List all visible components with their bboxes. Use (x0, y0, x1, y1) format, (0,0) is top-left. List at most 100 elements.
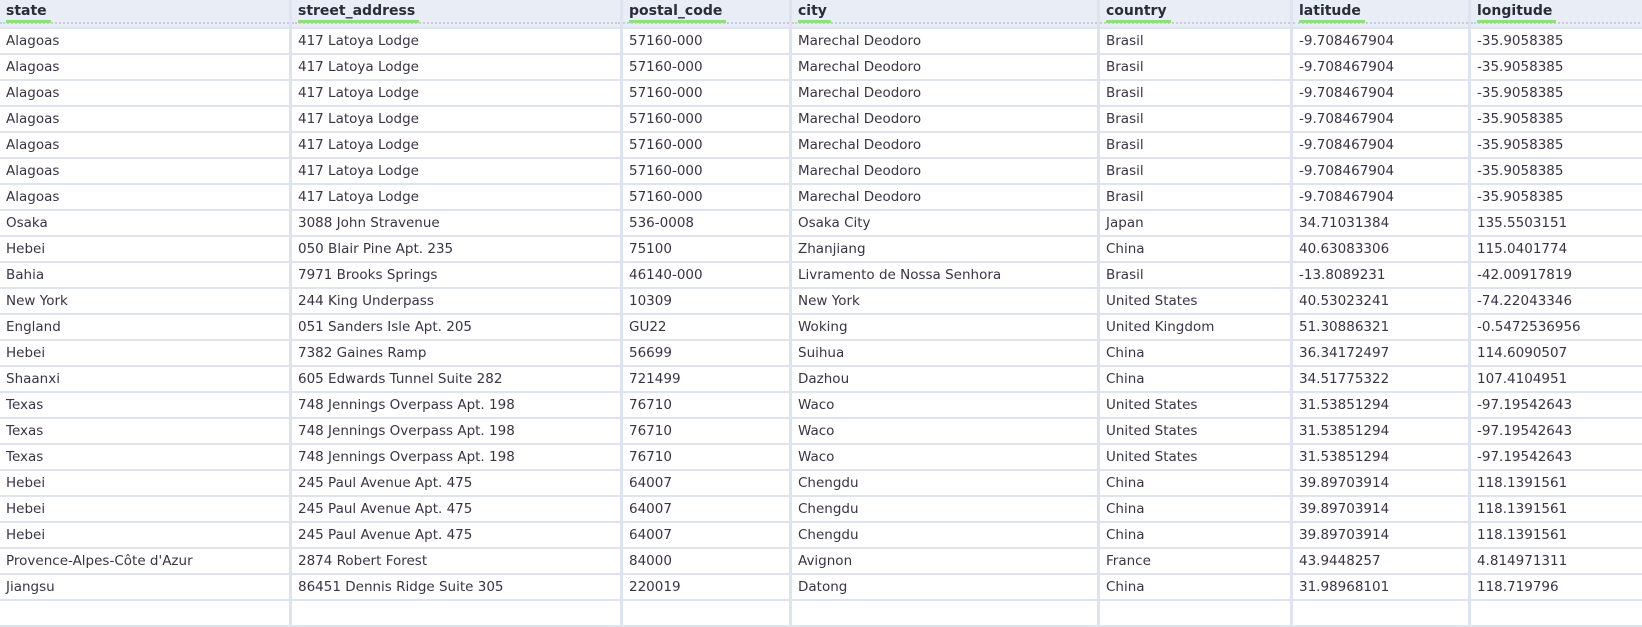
cell-latitude[interactable]: 31.53851294 (1293, 445, 1468, 469)
table-row[interactable]: Alagoas 417 Latoya Lodge 57160-000 Marechal… (0, 81, 1642, 105)
cell-state[interactable]: Alagoas (0, 133, 289, 157)
cell-country[interactable]: United States (1100, 419, 1290, 443)
cell-city[interactable]: Marechal Deodoro (792, 159, 1097, 183)
cell-street-address[interactable]: 417 Latoya Lodge (292, 55, 620, 79)
column-header-city[interactable]: city (792, 0, 1097, 27)
cell-street-address[interactable]: 051 Sanders Isle Apt. 205 (292, 315, 620, 339)
cell-empty[interactable] (623, 601, 789, 625)
cell-street-address[interactable]: 050 Blair Pine Apt. 235 (292, 237, 620, 261)
cell-empty[interactable] (1471, 601, 1642, 625)
table-row[interactable]: Alagoas 417 Latoya Lodge 57160-000 Marechal… (0, 185, 1642, 209)
cell-street-address[interactable]: 748 Jennings Overpass Apt. 198 (292, 419, 620, 443)
cell-state[interactable]: Alagoas (0, 185, 289, 209)
cell-state[interactable]: Texas (0, 445, 289, 469)
cell-latitude[interactable]: -9.708467904 (1293, 81, 1468, 105)
cell-street-address[interactable]: 417 Latoya Lodge (292, 81, 620, 105)
cell-state[interactable]: Alagoas (0, 107, 289, 131)
cell-state[interactable]: Hebei (0, 341, 289, 365)
cell-latitude[interactable]: 31.53851294 (1293, 419, 1468, 443)
cell-state[interactable]: Alagoas (0, 29, 289, 53)
cell-street-address[interactable]: 245 Paul Avenue Apt. 475 (292, 523, 620, 547)
cell-postal-code[interactable]: 64007 (623, 471, 789, 495)
table-row[interactable]: Bahia 7971 Brooks Springs 46140-000 Livrame… (0, 263, 1642, 287)
cell-longitude[interactable]: 107.4104951 (1471, 367, 1642, 391)
cell-longitude[interactable]: -35.9058385 (1471, 133, 1642, 157)
cell-state[interactable]: England (0, 315, 289, 339)
cell-empty[interactable] (1293, 601, 1468, 625)
cell-latitude[interactable]: -9.708467904 (1293, 55, 1468, 79)
cell-state[interactable]: Provence-Alpes-Côte d'Azur (0, 549, 289, 573)
cell-city[interactable]: Suihua (792, 341, 1097, 365)
table-row[interactable]: Hebei 245 Paul Avenue Apt. 475 64007 Chengd… (0, 497, 1642, 521)
cell-country[interactable]: Brasil (1100, 107, 1290, 131)
cell-state[interactable]: Hebei (0, 497, 289, 521)
cell-state[interactable]: Osaka (0, 211, 289, 235)
cell-longitude[interactable]: 118.719796 (1471, 575, 1642, 599)
cell-city[interactable]: Marechal Deodoro (792, 81, 1097, 105)
cell-longitude[interactable]: -42.00917819 (1471, 263, 1642, 287)
cell-street-address[interactable]: 244 King Underpass (292, 289, 620, 313)
table-row[interactable]: Hebei 7382 Gaines Ramp 56699 Suihua China 36.… (0, 341, 1642, 365)
column-header-latitude[interactable]: latitude (1293, 0, 1468, 27)
cell-latitude[interactable]: 51.30886321 (1293, 315, 1468, 339)
cell-street-address[interactable]: 748 Jennings Overpass Apt. 198 (292, 445, 620, 469)
cell-state[interactable]: Texas (0, 419, 289, 443)
cell-postal-code[interactable]: 10309 (623, 289, 789, 313)
cell-postal-code[interactable]: 64007 (623, 497, 789, 521)
cell-city[interactable]: Osaka City (792, 211, 1097, 235)
column-header-street-address[interactable]: street_address (292, 0, 620, 27)
cell-city[interactable]: Zhanjiang (792, 237, 1097, 261)
cell-longitude[interactable]: -0.5472536956 (1471, 315, 1642, 339)
table-row[interactable]: Alagoas 417 Latoya Lodge 57160-000 Marechal… (0, 159, 1642, 183)
cell-city[interactable]: Livramento de Nossa Senhora (792, 263, 1097, 287)
cell-postal-code[interactable]: 56699 (623, 341, 789, 365)
table-row[interactable]: Shaanxi 605 Edwards Tunnel Suite 282 72149… (0, 367, 1642, 391)
table-row[interactable]: Alagoas 417 Latoya Lodge 57160-000 Marechal… (0, 107, 1642, 131)
cell-longitude[interactable]: -35.9058385 (1471, 185, 1642, 209)
cell-street-address[interactable]: 3088 John Stravenue (292, 211, 620, 235)
table-row[interactable]: New York 244 King Underpass 10309 New York U… (0, 289, 1642, 313)
cell-postal-code[interactable]: 76710 (623, 445, 789, 469)
cell-longitude[interactable]: -35.9058385 (1471, 81, 1642, 105)
cell-city[interactable]: Marechal Deodoro (792, 107, 1097, 131)
cell-country[interactable]: China (1100, 497, 1290, 521)
cell-state[interactable]: Alagoas (0, 159, 289, 183)
cell-country[interactable]: Brasil (1100, 133, 1290, 157)
table-row[interactable]: Jiangsu 86451 Dennis Ridge Suite 305 22001… (0, 575, 1642, 599)
table-row[interactable]: Alagoas 417 Latoya Lodge 57160-000 Marechal… (0, 55, 1642, 79)
cell-postal-code[interactable]: GU22 (623, 315, 789, 339)
cell-state[interactable]: Bahia (0, 263, 289, 287)
cell-country[interactable]: United Kingdom (1100, 315, 1290, 339)
column-header-country[interactable]: country (1100, 0, 1290, 27)
cell-latitude[interactable]: -9.708467904 (1293, 185, 1468, 209)
column-header-longitude[interactable]: longitude (1471, 0, 1642, 27)
cell-state[interactable]: New York (0, 289, 289, 313)
cell-longitude[interactable]: -35.9058385 (1471, 159, 1642, 183)
cell-longitude[interactable]: -35.9058385 (1471, 55, 1642, 79)
cell-city[interactable]: Woking (792, 315, 1097, 339)
cell-city[interactable]: Waco (792, 419, 1097, 443)
cell-street-address[interactable]: 7971 Brooks Springs (292, 263, 620, 287)
cell-city[interactable]: Avignon (792, 549, 1097, 573)
cell-city[interactable]: Chengdu (792, 523, 1097, 547)
table-row[interactable]: England 051 Sanders Isle Apt. 205 GU22 Woki… (0, 315, 1642, 339)
cell-city[interactable]: Marechal Deodoro (792, 29, 1097, 53)
cell-longitude[interactable]: -97.19542643 (1471, 419, 1642, 443)
cell-country[interactable]: United States (1100, 289, 1290, 313)
cell-city[interactable]: Waco (792, 393, 1097, 417)
column-header-state[interactable]: state (0, 0, 289, 27)
cell-longitude[interactable]: 118.1391561 (1471, 471, 1642, 495)
cell-longitude[interactable]: 118.1391561 (1471, 523, 1642, 547)
cell-empty[interactable] (792, 601, 1097, 625)
cell-longitude[interactable]: -74.22043346 (1471, 289, 1642, 313)
cell-country[interactable]: United States (1100, 445, 1290, 469)
cell-city[interactable]: Datong (792, 575, 1097, 599)
cell-latitude[interactable]: 43.9448257 (1293, 549, 1468, 573)
cell-latitude[interactable]: -13.8089231 (1293, 263, 1468, 287)
cell-postal-code[interactable]: 76710 (623, 419, 789, 443)
cell-postal-code[interactable]: 76710 (623, 393, 789, 417)
cell-state[interactable]: Alagoas (0, 55, 289, 79)
cell-longitude[interactable]: 4.814971311 (1471, 549, 1642, 573)
cell-state[interactable]: Hebei (0, 523, 289, 547)
cell-longitude[interactable]: -97.19542643 (1471, 445, 1642, 469)
